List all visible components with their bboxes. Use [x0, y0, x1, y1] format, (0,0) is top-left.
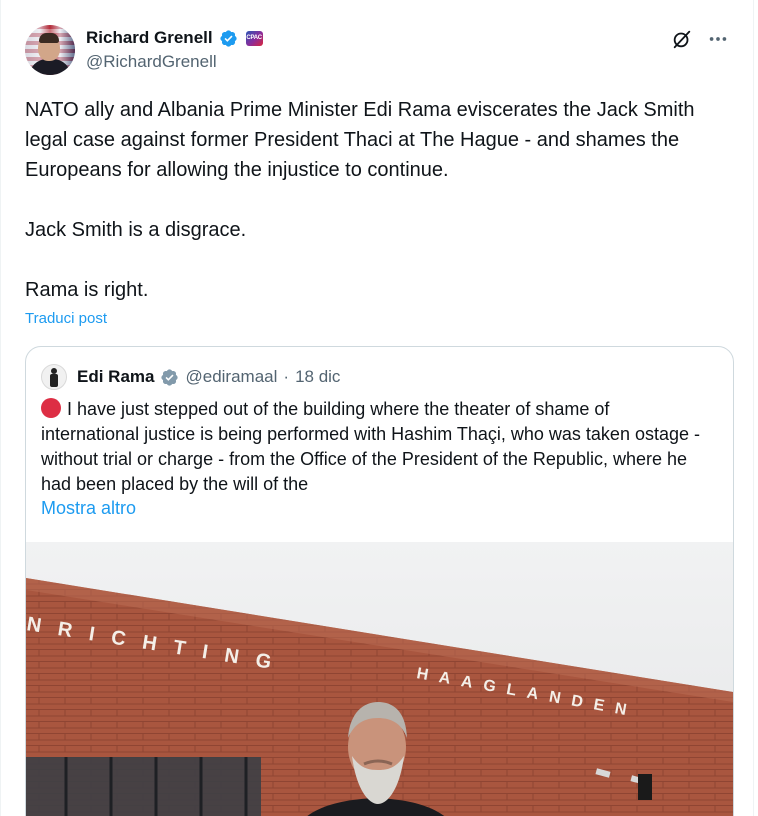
- quoted-author-handle[interactable]: @ediramaal: [185, 367, 277, 387]
- verified-badge-icon: [161, 368, 179, 386]
- grok-icon[interactable]: [670, 27, 694, 51]
- affiliate-badge[interactable]: CPAC: [245, 30, 263, 46]
- quoted-author-avatar[interactable]: [41, 364, 67, 390]
- quoted-post-text: I have just stepped out of the building …: [41, 397, 711, 497]
- affiliate-badge-text: CPAC: [246, 35, 262, 41]
- quoted-post-header: Edi Rama @ediramaal · 18 dic: [41, 364, 340, 390]
- quoted-post-date[interactable]: 18 dic: [295, 367, 340, 387]
- verified-badge-icon: [219, 29, 237, 47]
- post-paragraph-2: Jack Smith is a disgrace.: [25, 219, 247, 241]
- quoted-post-image[interactable]: NRICHTING HAAGLANDEN: [26, 542, 733, 816]
- post-paragraph-1: NATO ally and Albania Prime Minister Edi…: [25, 99, 695, 181]
- separator-dot: ·: [283, 367, 290, 386]
- quoted-post-text-body: I have just stepped out of the building …: [41, 399, 700, 494]
- post: Richard Grenell CPAC @RichardGrenell NAT…: [0, 0, 754, 816]
- post-top-actions: [670, 27, 730, 51]
- red-circle-icon: [41, 398, 61, 418]
- post-paragraph-3: Rama is right.: [25, 279, 149, 301]
- translate-post-link[interactable]: Traduci post: [25, 310, 107, 327]
- show-more-link[interactable]: Mostra altro: [41, 498, 136, 519]
- author-avatar[interactable]: [25, 25, 75, 75]
- post-text: NATO ally and Albania Prime Minister Edi…: [25, 95, 725, 305]
- more-icon[interactable]: [706, 27, 730, 51]
- quoted-post[interactable]: Edi Rama @ediramaal · 18 dic I have just…: [25, 346, 734, 816]
- author-info: Richard Grenell CPAC @RichardGrenell: [86, 27, 263, 72]
- author-display-name[interactable]: Richard Grenell: [86, 28, 213, 48]
- quoted-author-display-name[interactable]: Edi Rama: [77, 367, 154, 387]
- author-handle[interactable]: @RichardGrenell: [86, 52, 263, 72]
